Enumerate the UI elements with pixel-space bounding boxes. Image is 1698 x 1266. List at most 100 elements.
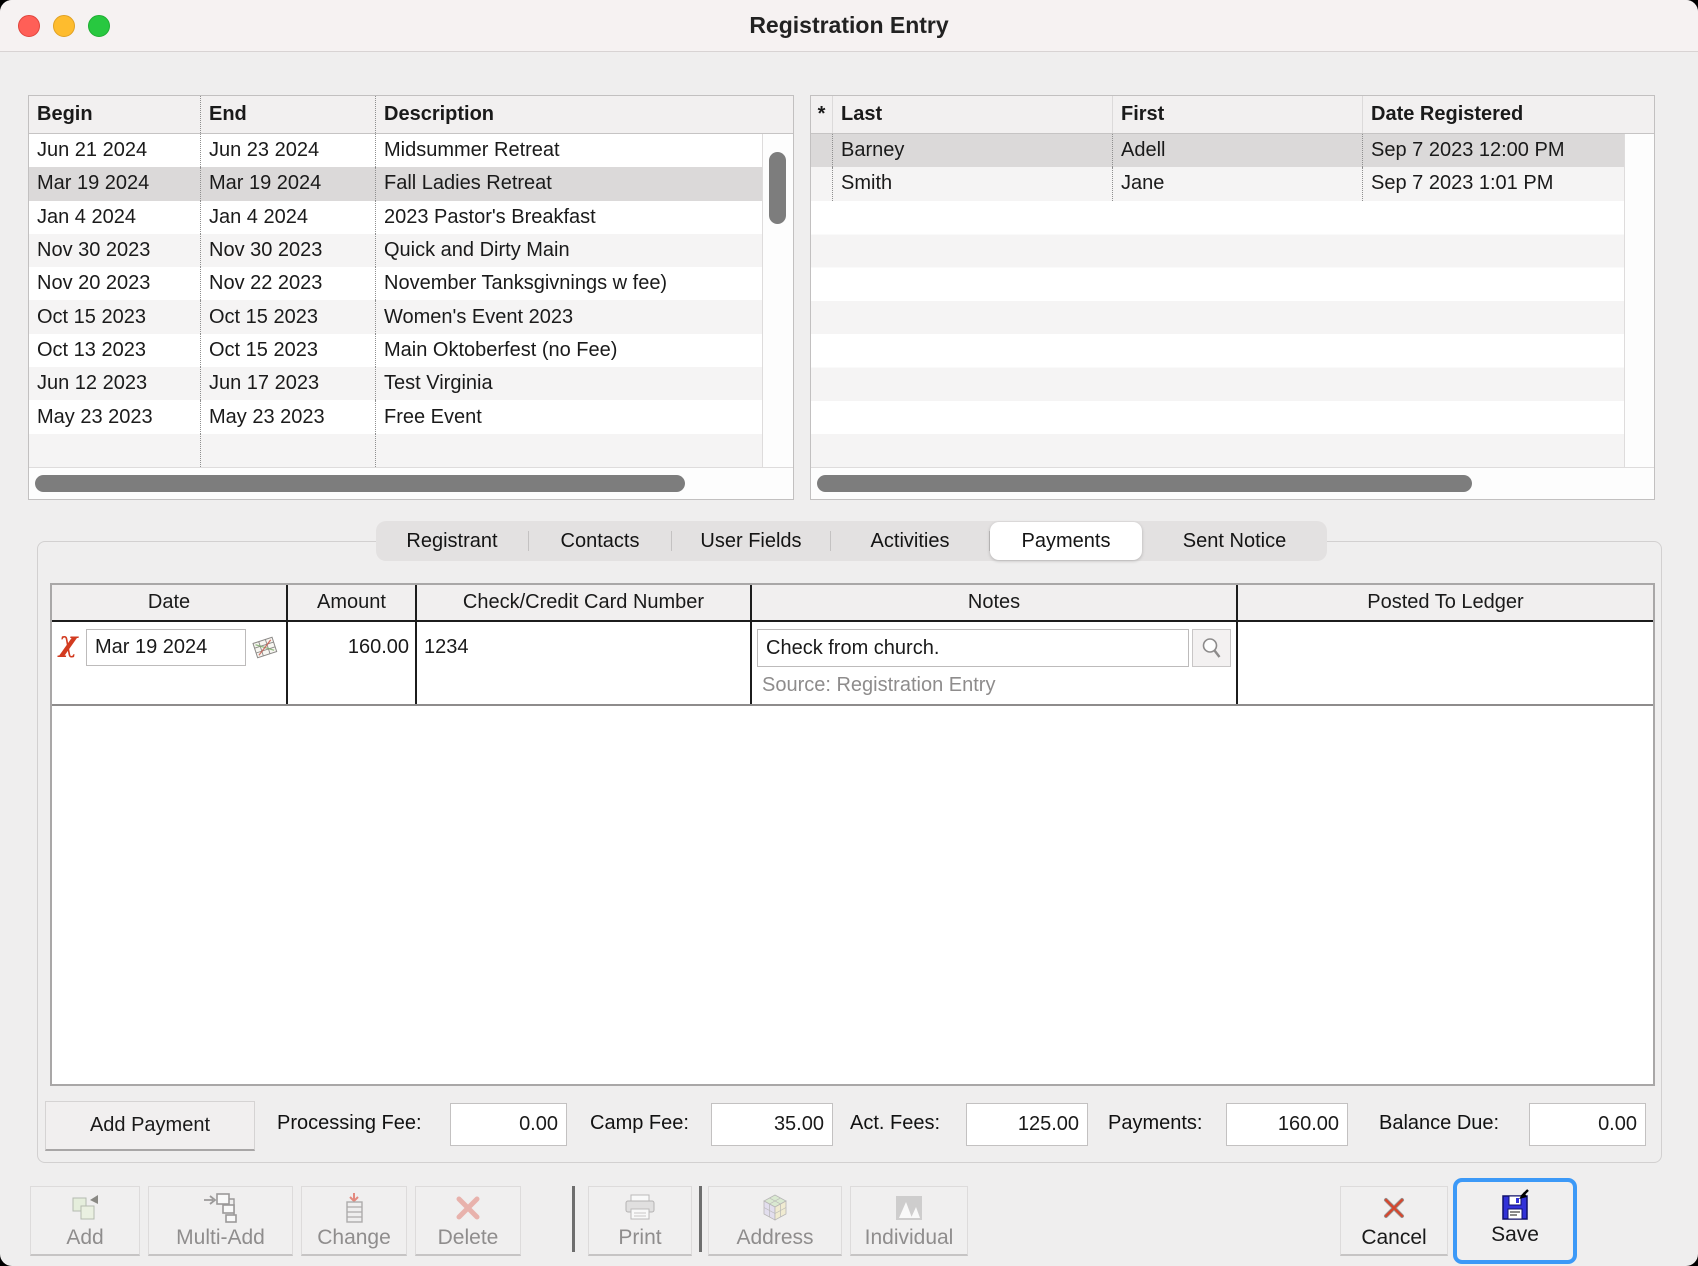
- event-end: Jun 17 2023: [201, 367, 376, 400]
- event-begin: Oct 13 2023: [29, 334, 201, 367]
- events-vertical-scrollbar[interactable]: [762, 134, 793, 467]
- registrant-date: Sep 7 2023 12:00 PM: [1363, 134, 1624, 167]
- events-col-begin[interactable]: Begin: [29, 96, 201, 133]
- registrants-col-first[interactable]: First: [1113, 96, 1363, 133]
- event-begin: Oct 15 2023: [29, 300, 201, 333]
- registrant-first: Adell: [1113, 134, 1363, 167]
- event-end: Nov 30 2023: [201, 234, 376, 267]
- registrants-col-date[interactable]: Date Registered: [1363, 96, 1654, 133]
- individual-button[interactable]: Individual: [850, 1186, 968, 1256]
- event-row[interactable]: Oct 15 2023 Oct 15 2023 Women's Event 20…: [29, 300, 762, 333]
- event-row-empty: [29, 434, 762, 467]
- print-button[interactable]: Print: [588, 1186, 692, 1256]
- calendar-icon[interactable]: [249, 635, 281, 667]
- act-fees-label: Act. Fees:: [850, 1112, 940, 1135]
- event-end: Jun 23 2024: [201, 134, 376, 167]
- payments-col-notes: Notes: [752, 585, 1238, 620]
- event-end: Oct 15 2023: [201, 334, 376, 367]
- event-desc: Quick and Dirty Main: [376, 234, 762, 267]
- multi-add-icon: [202, 1191, 240, 1225]
- add-icon: [69, 1191, 101, 1225]
- events-horizontal-scrollbar[interactable]: [29, 467, 793, 499]
- registrants-vertical-scrollbar[interactable]: [1624, 134, 1654, 467]
- event-begin: Jun 21 2024: [29, 134, 201, 167]
- payment-amount-value[interactable]: 160.00: [348, 636, 409, 659]
- event-end: Jan 4 2024: [201, 201, 376, 234]
- balance-due-field[interactable]: 0.00: [1529, 1103, 1646, 1146]
- event-desc: 2023 Pastor's Breakfast: [376, 201, 762, 234]
- event-begin: Jun 12 2023: [29, 367, 201, 400]
- payments-col-posted: Posted To Ledger: [1238, 585, 1653, 620]
- add-button[interactable]: Add: [30, 1186, 140, 1256]
- tab-sent-notice[interactable]: Sent Notice: [1142, 521, 1327, 561]
- event-begin: Mar 19 2024: [29, 167, 201, 200]
- event-begin: Nov 20 2023: [29, 267, 201, 300]
- registrants-col-last[interactable]: Last: [833, 96, 1113, 133]
- event-desc: Midsummer Retreat: [376, 134, 762, 167]
- event-row[interactable]: May 23 2023 May 23 2023 Free Event: [29, 400, 762, 433]
- event-row[interactable]: Nov 30 2023 Nov 30 2023 Quick and Dirty …: [29, 234, 762, 267]
- print-icon: [622, 1191, 658, 1225]
- payments-table-header: Date Amount Check/Credit Card Number Not…: [52, 585, 1653, 622]
- tab-activities[interactable]: Activities: [831, 521, 989, 561]
- payments-col-check: Check/Credit Card Number: [417, 585, 752, 620]
- payments-table: Date Amount Check/Credit Card Number Not…: [50, 583, 1655, 1086]
- event-row[interactable]: Jun 21 2024 Jun 23 2024 Midsummer Retrea…: [29, 134, 762, 167]
- payment-source-note: Source: Registration Entry: [762, 674, 995, 697]
- address-icon: [759, 1191, 791, 1225]
- registrants-col-star[interactable]: *: [811, 96, 833, 133]
- change-icon: [340, 1191, 368, 1225]
- events-col-description[interactable]: Description: [376, 96, 793, 133]
- registrants-table: * Last First Date Registered Barney Adel…: [810, 95, 1655, 500]
- event-begin: May 23 2023: [29, 400, 201, 433]
- tab-bar: Registrant Contacts User Fields Activiti…: [376, 521, 1327, 561]
- delete-button[interactable]: Delete: [415, 1186, 521, 1256]
- registrants-horizontal-scrollbar[interactable]: [811, 467, 1654, 499]
- event-desc: Free Event: [376, 400, 762, 433]
- registrant-date: Sep 7 2023 1:01 PM: [1363, 167, 1624, 200]
- registrants-hscroll-thumb[interactable]: [817, 475, 1472, 492]
- multi-add-button[interactable]: Multi-Add: [148, 1186, 293, 1256]
- balance-due-label: Balance Due:: [1379, 1112, 1499, 1135]
- event-end: Mar 19 2024: [201, 167, 376, 200]
- event-desc: Fall Ladies Retreat: [376, 167, 762, 200]
- event-desc: Women's Event 2023: [376, 300, 762, 333]
- event-row[interactable]: Nov 20 2023 Nov 22 2023 November Tanksgi…: [29, 267, 762, 300]
- payments-total-label: Payments:: [1108, 1112, 1202, 1135]
- events-table: Begin End Description Jun 21 2024 Jun 23…: [28, 95, 794, 500]
- save-button[interactable]: Save: [1459, 1184, 1571, 1258]
- registrants-empty-rows: [811, 201, 1624, 467]
- event-row[interactable]: Jan 4 2024 Jan 4 2024 2023 Pastor's Brea…: [29, 201, 762, 234]
- tab-user-fields[interactable]: User Fields: [672, 521, 830, 561]
- event-row[interactable]: Jun 12 2023 Jun 17 2023 Test Virginia: [29, 367, 762, 400]
- titlebar: Registration Entry: [0, 0, 1698, 52]
- event-row-selected[interactable]: Mar 19 2024 Mar 19 2024 Fall Ladies Retr…: [29, 167, 762, 200]
- payments-total-field[interactable]: 160.00: [1226, 1103, 1348, 1146]
- tab-contacts[interactable]: Contacts: [529, 521, 671, 561]
- events-hscroll-thumb[interactable]: [35, 475, 685, 492]
- cancel-button[interactable]: Cancel: [1340, 1186, 1448, 1256]
- delete-row-icon[interactable]: χ: [59, 625, 77, 658]
- toolbar-separator: [572, 1186, 575, 1252]
- act-fees-field[interactable]: 125.00: [966, 1103, 1088, 1146]
- event-row[interactable]: Oct 13 2023 Oct 15 2023 Main Oktoberfest…: [29, 334, 762, 367]
- payment-check-number[interactable]: 1234: [424, 636, 469, 659]
- processing-fee-field[interactable]: 0.00: [450, 1103, 567, 1146]
- toolbar-separator: [699, 1186, 702, 1252]
- add-payment-button[interactable]: Add Payment: [45, 1101, 255, 1151]
- payment-date-input[interactable]: [86, 629, 246, 666]
- individual-icon: [893, 1191, 925, 1225]
- registration-entry-window: Registration Entry Events: Show Closed E…: [0, 0, 1698, 1266]
- registrants-table-header: * Last First Date Registered: [811, 96, 1654, 134]
- registrant-row-selected[interactable]: Barney Adell Sep 7 2023 12:00 PM: [811, 134, 1624, 167]
- notes-search-button[interactable]: [1192, 629, 1231, 667]
- tab-registrant[interactable]: Registrant: [376, 521, 528, 561]
- events-vscroll-thumb[interactable]: [769, 152, 786, 224]
- tab-payments[interactable]: Payments: [990, 522, 1142, 560]
- change-button[interactable]: Change: [301, 1186, 407, 1256]
- camp-fee-field[interactable]: 35.00: [711, 1103, 833, 1146]
- registrant-row[interactable]: Smith Jane Sep 7 2023 1:01 PM: [811, 167, 1624, 200]
- payment-notes-input[interactable]: [757, 629, 1189, 667]
- events-col-end[interactable]: End: [201, 96, 376, 133]
- address-button[interactable]: Address: [708, 1186, 842, 1256]
